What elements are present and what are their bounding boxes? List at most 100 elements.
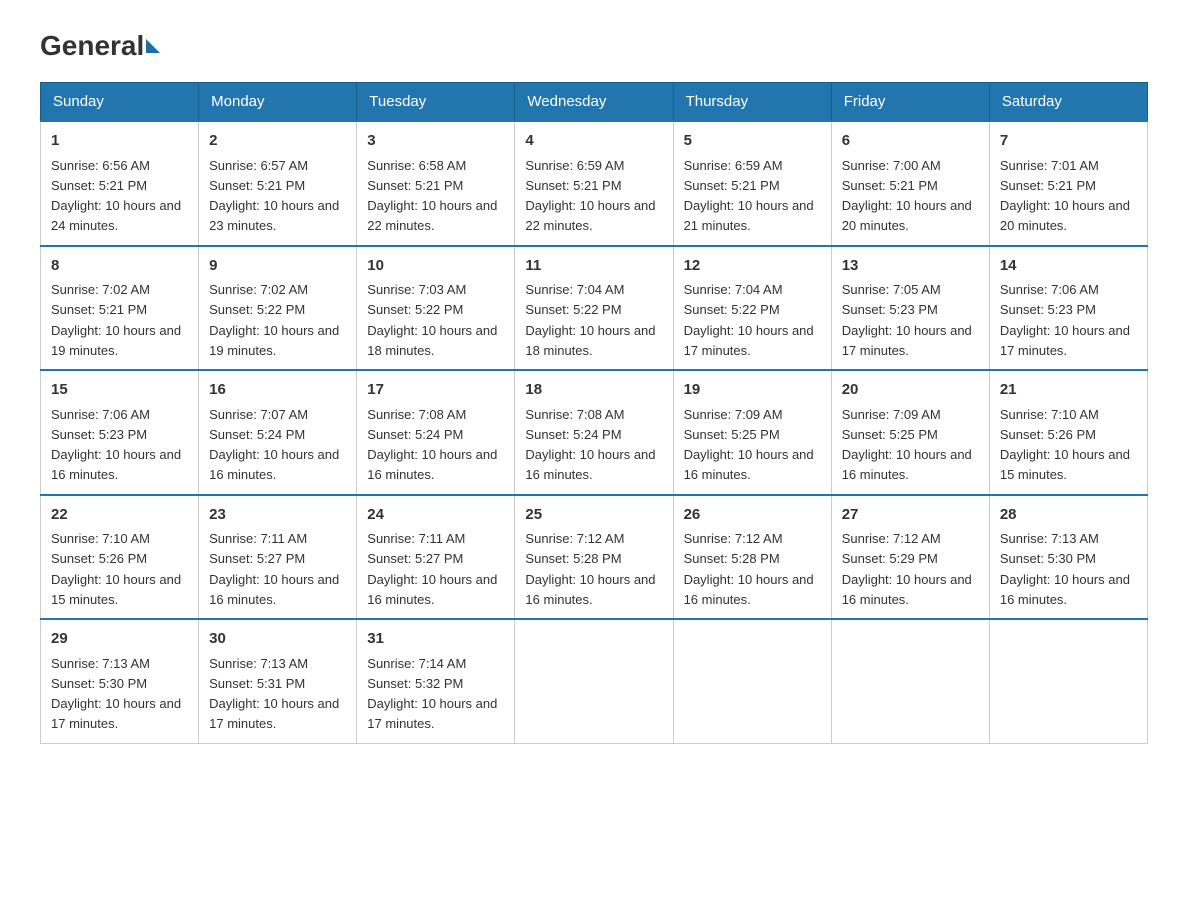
day-info: Sunrise: 7:07 AMSunset: 5:24 PMDaylight:…: [209, 407, 339, 483]
day-info: Sunrise: 7:12 AMSunset: 5:28 PMDaylight:…: [684, 531, 814, 607]
day-info: Sunrise: 7:10 AMSunset: 5:26 PMDaylight:…: [1000, 407, 1130, 483]
day-info: Sunrise: 6:59 AMSunset: 5:21 PMDaylight:…: [684, 158, 814, 234]
logo-text: General: [40, 30, 160, 62]
calendar-cell: 8 Sunrise: 7:02 AMSunset: 5:21 PMDaylight…: [41, 246, 199, 371]
week-row-1: 1Sunrise: 6:56 AMSunset: 5:21 PMDaylight…: [41, 121, 1148, 246]
day-number: 13: [842, 255, 979, 278]
day-info: Sunrise: 7:11 AMSunset: 5:27 PMDaylight:…: [209, 531, 339, 607]
day-number: 15: [51, 379, 188, 402]
day-number: 7: [1000, 130, 1137, 153]
day-number: 24: [367, 504, 504, 527]
day-number: 12: [684, 255, 821, 278]
calendar-cell: 23 Sunrise: 7:11 AMSunset: 5:27 PMDayligh…: [199, 495, 357, 620]
calendar-table: SundayMondayTuesdayWednesdayThursdayFrid…: [40, 82, 1148, 744]
calendar-cell: 21 Sunrise: 7:10 AMSunset: 5:26 PMDayligh…: [989, 370, 1147, 495]
day-number: 29: [51, 628, 188, 651]
calendar-cell: 28 Sunrise: 7:13 AMSunset: 5:30 PMDayligh…: [989, 495, 1147, 620]
day-info: Sunrise: 7:02 AMSunset: 5:22 PMDaylight:…: [209, 282, 339, 358]
day-info: Sunrise: 7:11 AMSunset: 5:27 PMDaylight:…: [367, 531, 497, 607]
day-info: Sunrise: 7:09 AMSunset: 5:25 PMDaylight:…: [842, 407, 972, 483]
day-number: 26: [684, 504, 821, 527]
logo: General: [40, 30, 160, 62]
day-number: 25: [525, 504, 662, 527]
day-info: Sunrise: 7:13 AMSunset: 5:30 PMDaylight:…: [51, 656, 181, 732]
page-header: General: [40, 30, 1148, 62]
calendar-cell: 14 Sunrise: 7:06 AMSunset: 5:23 PMDayligh…: [989, 246, 1147, 371]
calendar-cell: 12 Sunrise: 7:04 AMSunset: 5:22 PMDayligh…: [673, 246, 831, 371]
calendar-cell: 16 Sunrise: 7:07 AMSunset: 5:24 PMDayligh…: [199, 370, 357, 495]
day-info: Sunrise: 7:13 AMSunset: 5:31 PMDaylight:…: [209, 656, 339, 732]
calendar-cell: [989, 619, 1147, 743]
day-info: Sunrise: 7:05 AMSunset: 5:23 PMDaylight:…: [842, 282, 972, 358]
day-number: 10: [367, 255, 504, 278]
day-info: Sunrise: 7:12 AMSunset: 5:28 PMDaylight:…: [525, 531, 655, 607]
day-number: 31: [367, 628, 504, 651]
day-info: Sunrise: 7:08 AMSunset: 5:24 PMDaylight:…: [525, 407, 655, 483]
calendar-cell: 20 Sunrise: 7:09 AMSunset: 5:25 PMDayligh…: [831, 370, 989, 495]
day-number: 28: [1000, 504, 1137, 527]
logo-arrow-icon: [146, 39, 160, 53]
calendar-cell: 6Sunrise: 7:00 AMSunset: 5:21 PMDaylight…: [831, 121, 989, 246]
day-number: 22: [51, 504, 188, 527]
calendar-cell: 18 Sunrise: 7:08 AMSunset: 5:24 PMDayligh…: [515, 370, 673, 495]
calendar-cell: [515, 619, 673, 743]
day-number: 19: [684, 379, 821, 402]
day-number: 8: [51, 255, 188, 278]
header-friday: Friday: [831, 83, 989, 122]
day-info: Sunrise: 7:08 AMSunset: 5:24 PMDaylight:…: [367, 407, 497, 483]
day-info: Sunrise: 7:00 AMSunset: 5:21 PMDaylight:…: [842, 158, 972, 234]
day-number: 23: [209, 504, 346, 527]
day-info: Sunrise: 7:02 AMSunset: 5:21 PMDaylight:…: [51, 282, 181, 358]
day-number: 4: [525, 130, 662, 153]
calendar-cell: 19 Sunrise: 7:09 AMSunset: 5:25 PMDayligh…: [673, 370, 831, 495]
calendar-cell: 27 Sunrise: 7:12 AMSunset: 5:29 PMDayligh…: [831, 495, 989, 620]
calendar-cell: 24 Sunrise: 7:11 AMSunset: 5:27 PMDayligh…: [357, 495, 515, 620]
calendar-cell: 15 Sunrise: 7:06 AMSunset: 5:23 PMDayligh…: [41, 370, 199, 495]
header-saturday: Saturday: [989, 83, 1147, 122]
calendar-cell: 25 Sunrise: 7:12 AMSunset: 5:28 PMDayligh…: [515, 495, 673, 620]
day-info: Sunrise: 7:06 AMSunset: 5:23 PMDaylight:…: [1000, 282, 1130, 358]
day-number: 16: [209, 379, 346, 402]
day-info: Sunrise: 6:59 AMSunset: 5:21 PMDaylight:…: [525, 158, 655, 234]
header-wednesday: Wednesday: [515, 83, 673, 122]
day-number: 9: [209, 255, 346, 278]
calendar-cell: 17 Sunrise: 7:08 AMSunset: 5:24 PMDayligh…: [357, 370, 515, 495]
day-info: Sunrise: 7:12 AMSunset: 5:29 PMDaylight:…: [842, 531, 972, 607]
week-row-5: 29 Sunrise: 7:13 AMSunset: 5:30 PMDayligh…: [41, 619, 1148, 743]
day-info: Sunrise: 7:10 AMSunset: 5:26 PMDaylight:…: [51, 531, 181, 607]
logo-general-text: General: [40, 30, 144, 62]
calendar-cell: [673, 619, 831, 743]
calendar-cell: 3 Sunrise: 6:58 AMSunset: 5:21 PMDaylight…: [357, 121, 515, 246]
calendar-header-row: SundayMondayTuesdayWednesdayThursdayFrid…: [41, 83, 1148, 122]
day-info: Sunrise: 7:06 AMSunset: 5:23 PMDaylight:…: [51, 407, 181, 483]
calendar-cell: 31Sunrise: 7:14 AMSunset: 5:32 PMDayligh…: [357, 619, 515, 743]
day-info: Sunrise: 7:09 AMSunset: 5:25 PMDaylight:…: [684, 407, 814, 483]
calendar-cell: 2Sunrise: 6:57 AMSunset: 5:21 PMDaylight…: [199, 121, 357, 246]
day-number: 20: [842, 379, 979, 402]
calendar-cell: 5Sunrise: 6:59 AMSunset: 5:21 PMDaylight…: [673, 121, 831, 246]
day-number: 3: [367, 130, 504, 153]
calendar-cell: 10Sunrise: 7:03 AMSunset: 5:22 PMDayligh…: [357, 246, 515, 371]
week-row-3: 15 Sunrise: 7:06 AMSunset: 5:23 PMDayligh…: [41, 370, 1148, 495]
day-number: 17: [367, 379, 504, 402]
day-info: Sunrise: 6:58 AMSunset: 5:21 PMDaylight:…: [367, 158, 497, 234]
day-number: 18: [525, 379, 662, 402]
calendar-cell: 11Sunrise: 7:04 AMSunset: 5:22 PMDayligh…: [515, 246, 673, 371]
calendar-cell: 1Sunrise: 6:56 AMSunset: 5:21 PMDaylight…: [41, 121, 199, 246]
day-number: 27: [842, 504, 979, 527]
day-info: Sunrise: 7:04 AMSunset: 5:22 PMDaylight:…: [525, 282, 655, 358]
day-number: 30: [209, 628, 346, 651]
calendar-cell: 29 Sunrise: 7:13 AMSunset: 5:30 PMDayligh…: [41, 619, 199, 743]
header-sunday: Sunday: [41, 83, 199, 122]
day-number: 2: [209, 130, 346, 153]
header-monday: Monday: [199, 83, 357, 122]
calendar-cell: [831, 619, 989, 743]
day-number: 21: [1000, 379, 1137, 402]
calendar-cell: 13 Sunrise: 7:05 AMSunset: 5:23 PMDayligh…: [831, 246, 989, 371]
day-info: Sunrise: 7:01 AMSunset: 5:21 PMDaylight:…: [1000, 158, 1130, 234]
calendar-cell: 26 Sunrise: 7:12 AMSunset: 5:28 PMDayligh…: [673, 495, 831, 620]
day-info: Sunrise: 7:04 AMSunset: 5:22 PMDaylight:…: [684, 282, 814, 358]
day-info: Sunrise: 7:13 AMSunset: 5:30 PMDaylight:…: [1000, 531, 1130, 607]
calendar-cell: 9 Sunrise: 7:02 AMSunset: 5:22 PMDaylight…: [199, 246, 357, 371]
day-number: 14: [1000, 255, 1137, 278]
